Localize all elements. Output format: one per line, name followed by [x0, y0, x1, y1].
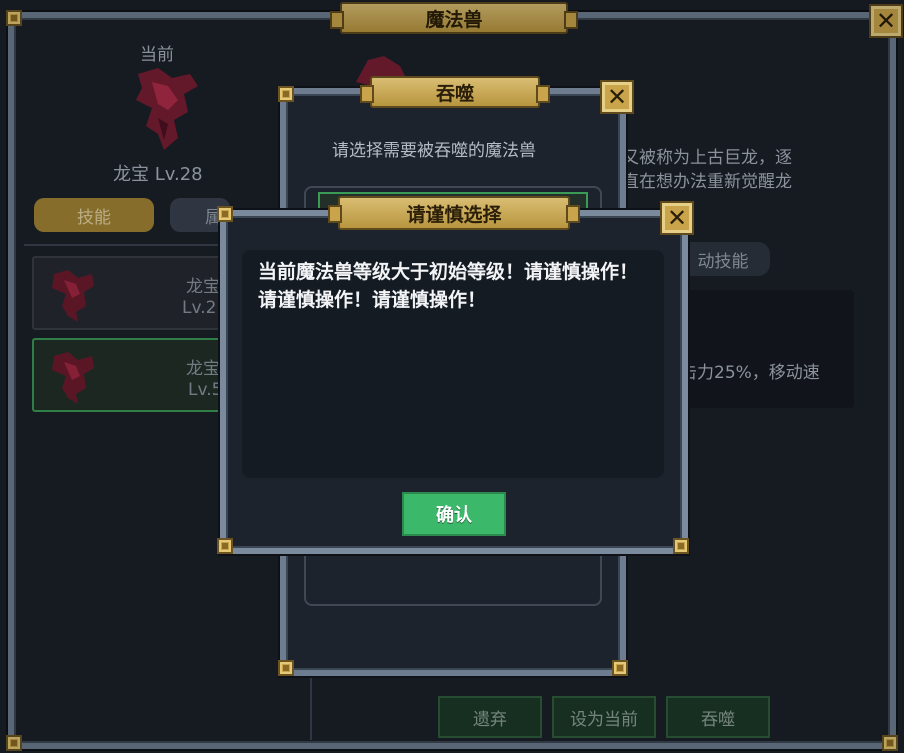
confirm-dialog-title: 请谨慎选择 [328, 196, 580, 230]
dialog-corner [217, 538, 233, 554]
dialog-corner [612, 660, 628, 676]
dialog-corner [278, 86, 294, 102]
devour-prompt: 请选择需要被吞噬的魔法兽 [332, 141, 536, 161]
confirm-close-button[interactable]: ✕ [660, 201, 694, 235]
devour-close-button[interactable]: ✕ [600, 80, 634, 114]
devour-dialog-title: 吞噬 [360, 76, 550, 108]
confirm-button[interactable]: 确认 [402, 492, 506, 536]
dialog-corner [673, 538, 689, 554]
close-icon: ✕ [606, 83, 628, 111]
close-icon: ✕ [666, 204, 688, 232]
dialog-corner [217, 206, 233, 222]
dialog-corner [278, 660, 294, 676]
confirm-message: 当前魔法兽等级大于初始等级！请谨慎操作！请谨慎操作！请谨慎操作！ [258, 261, 639, 311]
